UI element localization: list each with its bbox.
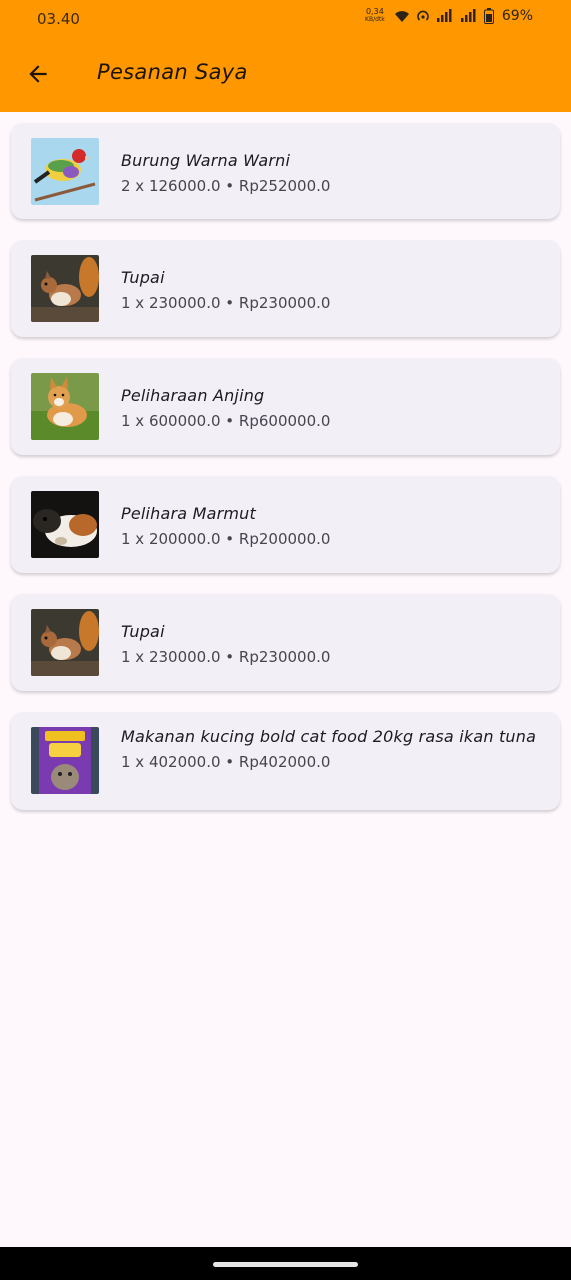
battery-icon [483, 8, 494, 24]
order-info: Tupai 1 x 230000.0 • Rp230000.0 [121, 619, 540, 669]
product-name: Tupai [121, 268, 165, 287]
order-info: Tupai 1 x 230000.0 • Rp230000.0 [121, 265, 540, 315]
app-bar: 03.40 0,34 KB/dtk 69% Pesanan Saya [0, 0, 571, 112]
order-card[interactable]: Burung Warna Warni 2 x 126000.0 • Rp2520… [11, 123, 560, 219]
signal-icon-2 [460, 9, 478, 23]
hotspot-icon [416, 9, 430, 23]
product-price: 2 x 126000.0 • Rp252000.0 [121, 177, 331, 195]
product-name: Peliharaan Anjing [121, 386, 265, 405]
page-title: Pesanan Saya [97, 60, 248, 84]
status-icons: 0,34 KB/dtk 69% [362, 8, 533, 24]
order-card[interactable]: Tupai 1 x 230000.0 • Rp230000.0 [11, 240, 560, 337]
product-image-cat-food [31, 727, 99, 794]
product-image-squirrel [31, 609, 99, 676]
order-card[interactable]: Makanan kucing bold cat food 20kg rasa i… [11, 712, 560, 810]
order-card[interactable]: Pelihara Marmut 1 x 200000.0 • Rp200000.… [11, 476, 560, 573]
order-card[interactable]: Tupai 1 x 230000.0 • Rp230000.0 [11, 594, 560, 691]
order-info: Pelihara Marmut 1 x 200000.0 • Rp200000.… [121, 501, 540, 551]
product-image-bird [31, 138, 99, 205]
system-nav-bar [0, 1247, 571, 1280]
product-image-guinea-pig [31, 491, 99, 558]
gesture-handle[interactable] [213, 1262, 358, 1267]
order-card[interactable]: Peliharaan Anjing 1 x 600000.0 • Rp60000… [11, 358, 560, 455]
order-info: Peliharaan Anjing 1 x 600000.0 • Rp60000… [121, 383, 540, 433]
product-price: 1 x 230000.0 • Rp230000.0 [121, 294, 331, 312]
wifi-icon [394, 9, 410, 23]
product-name: Makanan kucing bold cat food 20kg rasa i… [121, 727, 537, 746]
product-name: Pelihara Marmut [121, 504, 256, 523]
product-image-squirrel [31, 255, 99, 322]
product-price: 1 x 230000.0 • Rp230000.0 [121, 648, 331, 666]
product-name: Tupai [121, 622, 165, 641]
order-info: Burung Warna Warni 2 x 126000.0 • Rp2520… [121, 148, 540, 198]
order-info: Makanan kucing bold cat food 20kg rasa i… [121, 724, 540, 774]
net-speed: 0,34 KB/dtk [365, 7, 385, 24]
back-button[interactable] [22, 58, 54, 90]
product-price: 1 x 402000.0 • Rp402000.0 [121, 753, 331, 771]
arrow-left-icon [29, 65, 47, 83]
product-name: Burung Warna Warni [121, 151, 291, 170]
battery-percent: 69% [501, 8, 533, 24]
signal-icon [436, 9, 454, 23]
status-bar: 03.40 0,34 KB/dtk 69% [0, 0, 571, 38]
product-price: 1 x 600000.0 • Rp600000.0 [121, 412, 331, 430]
product-price: 1 x 200000.0 • Rp200000.0 [121, 530, 331, 548]
status-time: 03.40 [37, 10, 80, 28]
order-list: Burung Warna Warni 2 x 126000.0 • Rp2520… [11, 123, 560, 831]
product-image-dog [31, 373, 99, 440]
